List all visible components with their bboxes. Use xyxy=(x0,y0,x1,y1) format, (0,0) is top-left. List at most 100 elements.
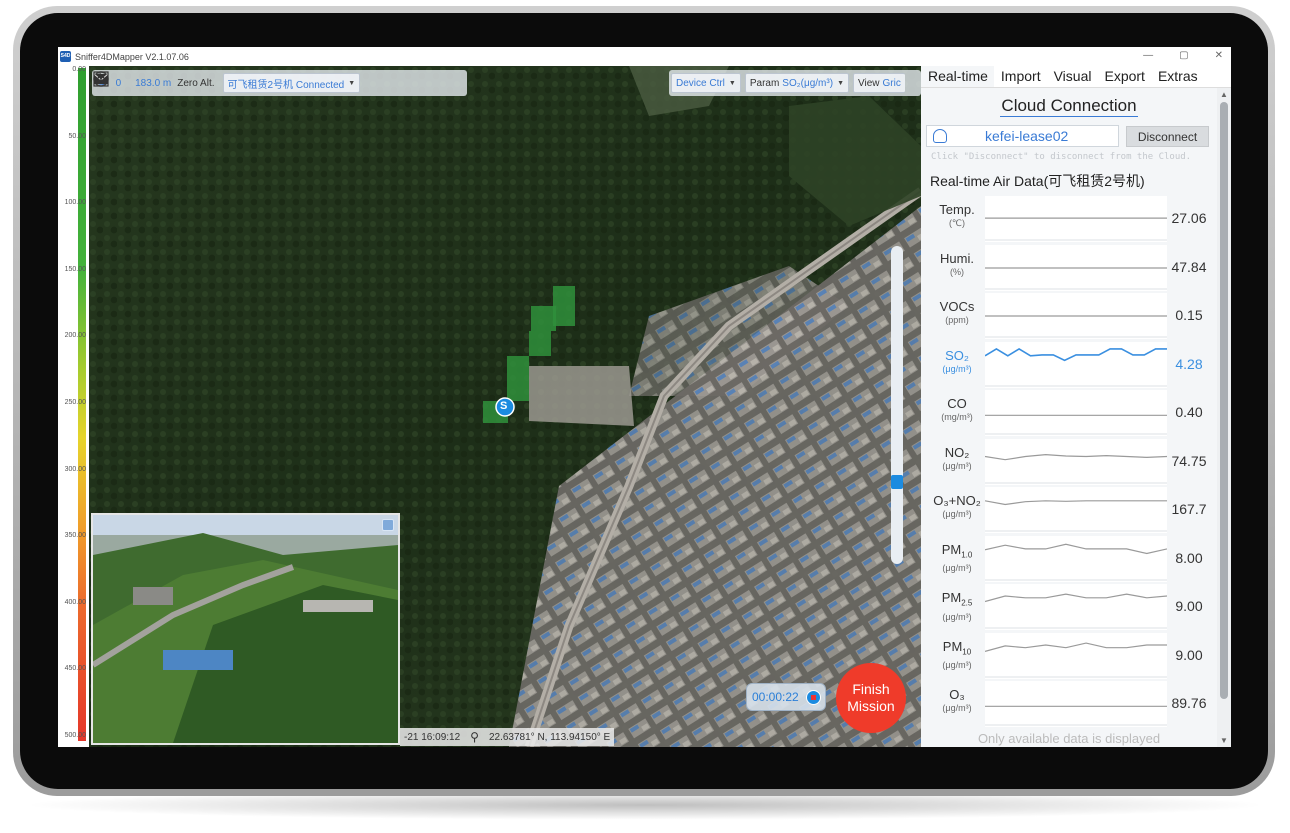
altitude-status: 183.0 m Zero Alt. xyxy=(93,71,218,89)
minimize-button[interactable]: — xyxy=(1143,50,1153,61)
air-data-value: 9.00 xyxy=(1175,598,1203,614)
scroll-down-icon[interactable]: ▼ xyxy=(1220,736,1228,745)
view-select[interactable]: View Gric xyxy=(853,73,905,93)
param-select[interactable]: Param SO₂(μg/m³) ▼ xyxy=(744,73,849,93)
scrollbar-thumb[interactable] xyxy=(1220,102,1228,699)
air-data-row[interactable]: Temp. (℃) 27.06 xyxy=(929,194,1209,243)
air-data-label: CO (mg/m³) xyxy=(929,396,985,423)
air-data-label: NO₂ (μg/m³) xyxy=(929,445,985,472)
sparkline-path xyxy=(985,641,1167,652)
scale-label: 50.00 xyxy=(68,132,86,140)
cloud-user-field[interactable]: kefei-lease02 xyxy=(926,125,1119,147)
chevron-down-icon: ▼ xyxy=(837,79,844,87)
map-status-bar: -21 16:09:12 ⚲ 22.63781° N, 113.94150° E xyxy=(400,728,615,746)
param-label: Param xyxy=(749,77,780,89)
air-data-row[interactable]: PM10 (μg/m³) 9.00 xyxy=(929,631,1209,680)
camera-feed[interactable] xyxy=(91,513,400,745)
air-data-label: O₃ (μg/m³) xyxy=(929,687,985,714)
air-data-sparkline xyxy=(985,196,1167,242)
scale-label: 450.00 xyxy=(64,665,86,673)
air-data-unit: (μg/m³) xyxy=(942,363,972,374)
device-select-value: 可飞租赁2号机 Connected xyxy=(227,79,345,91)
altitude-icon xyxy=(93,71,109,87)
air-data-title: Real-time Air Data(可飞租赁2号机) xyxy=(930,173,1145,189)
altitude-slider-handle[interactable] xyxy=(891,475,903,490)
air-data-row[interactable]: O₃ (μg/m³) 89.76 xyxy=(929,679,1209,728)
disconnect-hint: Click "Disconnect" to disconnect from th… xyxy=(931,152,1192,162)
device-ctrl-label: Device Ctrl xyxy=(676,77,725,89)
air-data-unit: (μg/m³) xyxy=(942,703,972,713)
scroll-up-icon[interactable]: ▲ xyxy=(1220,90,1228,99)
air-data-label: Humi. (%) xyxy=(929,251,985,278)
sparkline-path xyxy=(985,453,1167,460)
air-data-row[interactable]: CO (mg/m³) 0.40 xyxy=(929,388,1209,437)
air-data-row[interactable]: PM2.5 (μg/m³) 9.00 xyxy=(929,582,1209,631)
map-toolbar-right: Device Ctrl ▼ Param SO₂(μg/m³) ▼ View Gr… xyxy=(669,70,921,96)
air-data-row[interactable]: NO₂ (μg/m³) 74.75 xyxy=(929,437,1209,486)
title-bar: S4D Sniffer4DMapper V2.1.07.06 — ▢ ✕ xyxy=(58,47,1231,66)
tab-visual[interactable]: Visual xyxy=(1047,66,1098,87)
air-data-sparkline xyxy=(985,632,1167,679)
air-data-name: PM2.5 xyxy=(941,590,973,608)
air-data-label: PM10 (μg/m³) xyxy=(929,639,985,672)
air-data-sparkline xyxy=(985,341,1167,388)
air-data-row[interactable]: O₃+NO₂ (μg/m³) 167.7 xyxy=(929,485,1209,534)
air-data-row[interactable]: PM1.0 (μg/m³) 8.00 xyxy=(929,534,1209,583)
chevron-down-icon: ▼ xyxy=(348,79,356,87)
mission-timer-value: 00:00:22 xyxy=(752,690,799,704)
map-toolbar: 4 0 183.0 m Zero Alt. 可飞租赁2号机 Connected xyxy=(92,70,467,96)
altitude-slider[interactable] xyxy=(891,246,903,564)
status-time: -21 16:09:12 xyxy=(404,731,461,743)
message-status[interactable]: 0 xyxy=(93,73,126,89)
tab-export[interactable]: Export xyxy=(1097,66,1150,87)
sparkline-path xyxy=(985,543,1167,554)
air-data-row[interactable]: Humi. (%) 47.84 xyxy=(929,243,1209,292)
zero-alt-button[interactable]: Zero Alt. xyxy=(177,78,214,89)
air-data-label: Temp. (℃) xyxy=(929,202,985,229)
param-value: SO₂(μg/m³) xyxy=(782,77,834,89)
tab-extras[interactable]: Extras xyxy=(1151,66,1204,87)
close-button[interactable]: ✕ xyxy=(1215,50,1223,61)
view-value: Gric xyxy=(882,77,901,89)
concentration-scale: 0.00 50.00 100.00 150.00 200.00 250.00 300.00 3… xyxy=(58,66,89,747)
tab-realtime[interactable]: Real-time xyxy=(921,66,994,87)
scale-label: 150.00 xyxy=(64,265,86,273)
air-data-name: Humi. xyxy=(940,250,974,266)
finish-mission-button[interactable]: Finish Mission xyxy=(836,663,906,733)
air-data-sparkline xyxy=(985,438,1167,485)
air-data-unit: (μg/m³) xyxy=(942,611,972,622)
expand-icon[interactable] xyxy=(382,519,394,531)
air-data-name: CO xyxy=(947,396,967,411)
sparkline-path xyxy=(985,500,1167,506)
status-coordinates: 22.63781° N, 113.94150° E xyxy=(488,731,611,743)
air-data-label: PM1.0 (μg/m³) xyxy=(929,542,985,575)
cloud-connection-title: Cloud Connection xyxy=(1000,96,1138,117)
record-icon[interactable] xyxy=(806,690,821,705)
air-data-value: 8.00 xyxy=(1175,549,1203,566)
app-window: S4D Sniffer4DMapper V2.1.07.06 — ▢ ✕ 0.0… xyxy=(58,47,1231,747)
air-data-name: PM1.0 xyxy=(941,541,973,560)
air-data-value: 74.75 xyxy=(1171,452,1207,469)
maximize-button[interactable]: ▢ xyxy=(1179,50,1188,61)
air-data-label: PM2.5 (μg/m³) xyxy=(929,590,985,623)
air-data-row[interactable]: VOCs (ppm) 0.15 xyxy=(929,291,1209,340)
air-data-unit: (ppm) xyxy=(945,315,969,325)
side-panel: Real-time Import Visual Export Extras Cloud … xyxy=(921,66,1231,747)
start-marker-label[interactable]: S xyxy=(500,400,507,412)
panel-scrollbar[interactable]: ▲ ▼ xyxy=(1217,88,1231,747)
air-data-sparkline xyxy=(985,535,1167,582)
air-data-value: 9.00 xyxy=(1175,646,1203,663)
satellite-map[interactable]: S 4 0 183. xyxy=(89,66,921,747)
device-select[interactable]: 可飞租赁2号机 Connected ▼ xyxy=(222,73,361,93)
view-label: View xyxy=(858,77,880,89)
air-data-name: SO₂ xyxy=(945,347,969,363)
scale-label: 100.00 xyxy=(64,199,86,207)
air-data-row[interactable]: SO₂ (μg/m³) 4.28 xyxy=(929,340,1209,389)
air-data-unit: (μg/m³) xyxy=(942,563,972,574)
disconnect-button[interactable]: Disconnect xyxy=(1126,126,1209,147)
air-data-value: 0.15 xyxy=(1175,307,1203,323)
air-data-label: SO₂ (μg/m³) xyxy=(929,348,985,375)
tab-import[interactable]: Import xyxy=(994,66,1047,87)
air-data-unit: (μg/m³) xyxy=(942,660,972,671)
device-ctrl-select[interactable]: Device Ctrl ▼ xyxy=(671,73,741,93)
